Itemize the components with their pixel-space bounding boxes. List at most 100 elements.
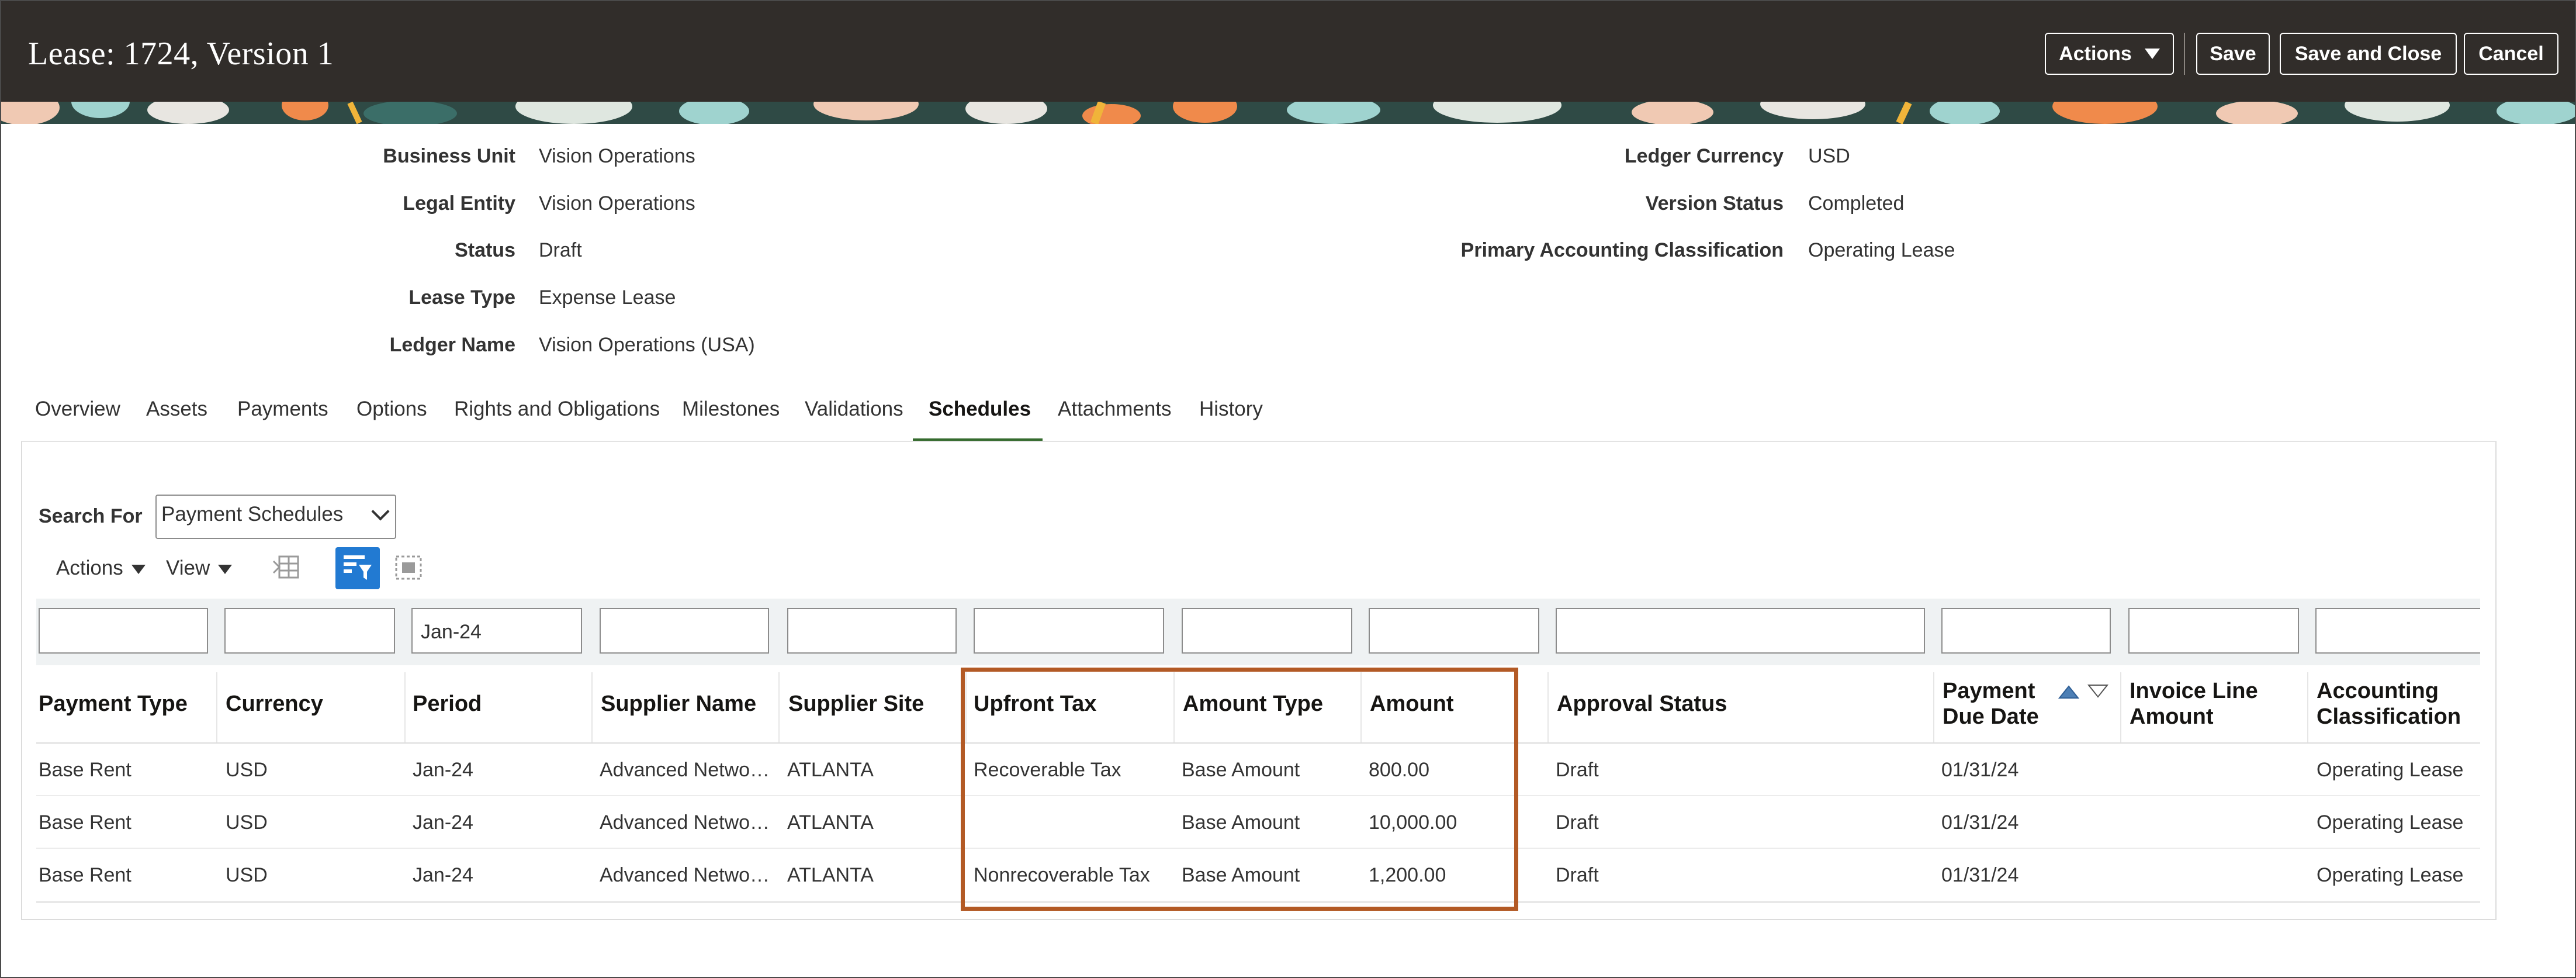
column-divider [591,672,593,744]
filter-approval-status[interactable] [1556,608,1925,654]
ledger-name-value: Vision Operations (USA) [539,334,755,356]
header-actions-label: Actions [2059,42,2132,65]
save-button[interactable]: Save [2196,33,2270,75]
header-actions-button[interactable]: Actions [2045,33,2174,75]
tab-overview[interactable]: Overview [35,398,120,421]
legal-entity-value: Vision Operations [539,192,695,215]
column-divider [404,672,406,744]
column-divider [2120,672,2121,744]
detach-icon[interactable] [394,553,423,582]
filter-icon [344,555,372,580]
business-unit-value: Vision Operations [539,145,695,167]
page-header: Lease: 1724, Version 1 Actions Save Save… [1,1,2575,102]
cell-supplier-name: Advanced Netwo… [600,811,770,834]
tab-history[interactable]: History [1199,398,1263,421]
column-header-payment-type[interactable]: Payment Type [39,691,188,717]
filter-accounting-classification[interactable] [2315,608,2480,654]
business-unit-label: Business Unit [383,145,515,167]
search-for-selected-value: Payment Schedules [161,503,344,526]
column-header-approval-status[interactable]: Approval Status [1557,691,1727,717]
status-label: Status [455,239,515,261]
table-view-label: View [166,557,210,579]
column-header-currency[interactable]: Currency [226,691,323,717]
freeze-columns-icon[interactable] [271,552,302,582]
search-for-select[interactable]: Payment Schedules [155,495,396,539]
tab-options[interactable]: Options [356,398,427,421]
filter-payment-type[interactable] [39,608,208,654]
primary-accounting-classification-value: Operating Lease [1808,239,1955,261]
sort-descending-icon[interactable] [2086,683,2110,700]
legal-entity-label: Legal Entity [403,192,515,215]
chevron-down-icon [131,564,146,574]
column-header-invoice-line-amount[interactable]: Invoice Line Amount [2130,678,2258,730]
cell-payment-type: Base Rent [39,811,131,834]
cell-accounting-classification: Operating Lease [2317,811,2464,834]
cell-accounting-classification: Operating Lease [2317,759,2464,781]
cell-period: Jan-24 [413,864,473,886]
cancel-button[interactable]: Cancel [2464,33,2558,75]
column-header-supplier-name[interactable]: Supplier Name [601,691,756,717]
cell-currency: USD [226,759,268,781]
column-header-period[interactable]: Period [413,691,482,717]
ledger-currency-value: USD [1808,145,1850,167]
column-header-supplier-site[interactable]: Supplier Site [788,691,924,717]
filter-currency[interactable] [224,608,395,654]
column-header-line: Amount [2130,704,2214,729]
column-header-line: Payment [1943,679,2035,703]
cell-period: Jan-24 [413,759,473,781]
version-status-label: Version Status [1645,192,1784,215]
cell-approval-status: Draft [1556,811,1599,834]
table-view-menu[interactable]: View [166,557,233,580]
cell-approval-status: Draft [1556,864,1599,886]
table-actions-label: Actions [56,557,123,579]
filter-amount-type[interactable] [1182,608,1352,654]
column-header-line: Classification [2317,704,2461,729]
column-header-line: Accounting [2317,679,2439,703]
highlight-box [961,668,1518,911]
column-header-payment-due-date[interactable]: Payment Due Date [1943,678,2039,730]
tab-validations[interactable]: Validations [805,398,903,421]
cell-period: Jan-24 [413,811,473,834]
cell-payment-due-date: 01/31/24 [1941,864,2019,886]
tab-attachments[interactable]: Attachments [1058,398,1172,421]
filter-upfront-tax[interactable] [974,608,1164,654]
ledger-name-label: Ledger Name [389,334,515,356]
version-status-value: Completed [1808,192,1905,215]
sort-ascending-icon[interactable] [2057,683,2080,700]
cell-approval-status: Draft [1556,759,1599,781]
column-divider [1547,672,1549,744]
cell-supplier-name: Advanced Netwo… [600,864,770,886]
column-header-line: Due Date [1943,704,2039,729]
cell-currency: USD [226,811,268,834]
lease-type-value: Expense Lease [539,286,676,309]
column-divider [216,672,217,744]
tab-schedules[interactable]: Schedules [929,398,1031,421]
cell-payment-due-date: 01/31/24 [1941,811,2019,834]
column-header-line: Invoice Line [2130,679,2258,703]
tab-assets[interactable]: Assets [146,398,207,421]
primary-accounting-classification-label: Primary Accounting Classification [1460,239,1784,261]
tab-milestones[interactable]: Milestones [682,398,780,421]
filter-supplier-name[interactable] [600,608,769,654]
lease-type-label: Lease Type [408,286,515,309]
column-header-accounting-classification[interactable]: Accounting Classification [2317,678,2461,730]
decorative-banner [1,102,2575,124]
save-and-close-button[interactable]: Save and Close [2280,33,2457,75]
tab-rights-and-obligations[interactable]: Rights and Obligations [454,398,660,421]
chevron-down-icon [218,564,233,574]
filter-amount[interactable] [1369,608,1539,654]
cell-payment-type: Base Rent [39,864,131,886]
ledger-currency-label: Ledger Currency [1624,145,1784,167]
filter-invoice-line-amount[interactable] [2128,608,2299,654]
cell-currency: USD [226,864,268,886]
table-actions-menu[interactable]: Actions [56,557,146,580]
chevron-down-icon [371,502,390,521]
chevron-down-icon [2144,49,2160,59]
filter-supplier-site[interactable] [787,608,957,654]
tab-payments[interactable]: Payments [237,398,328,421]
filter-period[interactable]: Jan-24 [411,608,582,654]
cell-supplier-site: ATLANTA [787,759,874,781]
filter-payment-due-date[interactable] [1941,608,2111,654]
page-title: Lease: 1724, Version 1 [28,36,334,72]
query-by-example-button[interactable] [335,547,380,589]
